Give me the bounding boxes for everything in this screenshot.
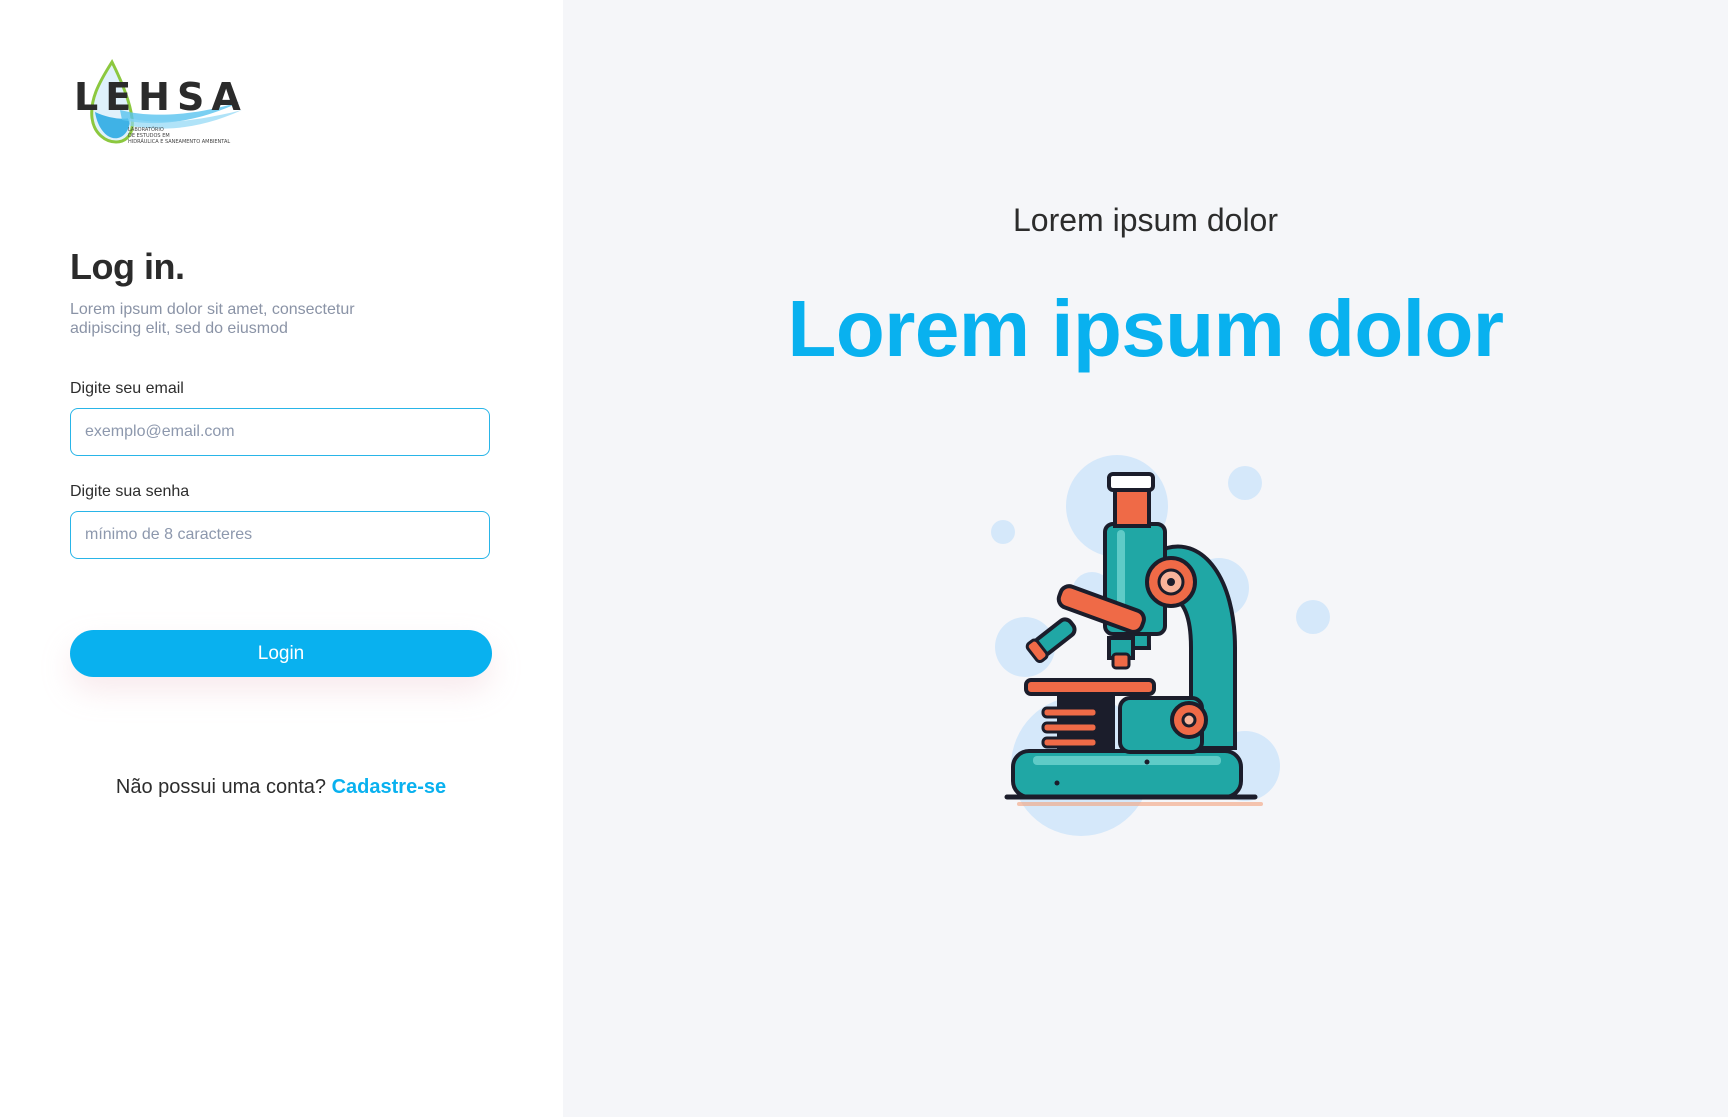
logo-wordmark: LEHSA — [74, 75, 248, 119]
signup-row: Não possui uma conta? Cadastre-se — [70, 776, 492, 799]
login-panel: LEHSA LABORATÓRIO DE ESTUDOS EM HIDRÁULI… — [0, 0, 563, 1117]
hero-panel: Lorem ipsum dolor Lorem ipsum dolor — [563, 0, 1728, 1117]
email-field[interactable] — [70, 408, 490, 456]
password-field[interactable] — [70, 511, 490, 559]
svg-text:HIDRÁULICA E SANEAMENTO AMBIEN: HIDRÁULICA E SANEAMENTO AMBIENTAL — [128, 138, 230, 145]
login-button[interactable]: Login — [70, 630, 492, 677]
lehsa-logo: LEHSA LABORATÓRIO DE ESTUDOS EM HIDRÁULI… — [72, 58, 248, 148]
login-subtitle: Lorem ipsum dolor sit amet, consectetur … — [70, 301, 355, 337]
email-label: Digite seu email — [70, 380, 184, 397]
hero-title: Lorem ipsum dolor — [787, 284, 1505, 373]
signup-prompt: Não possui uma conta? — [115, 776, 327, 798]
login-title: Log in. — [70, 246, 185, 287]
signup-link[interactable]: Cadastre-se — [332, 776, 447, 798]
hero-subtitle: Lorem ipsum dolor — [1013, 202, 1278, 238]
password-label: Digite sua senha — [70, 483, 190, 500]
svg-text:LABORATÓRIO: LABORATÓRIO — [128, 126, 164, 133]
microscope-icon — [935, 448, 1365, 848]
